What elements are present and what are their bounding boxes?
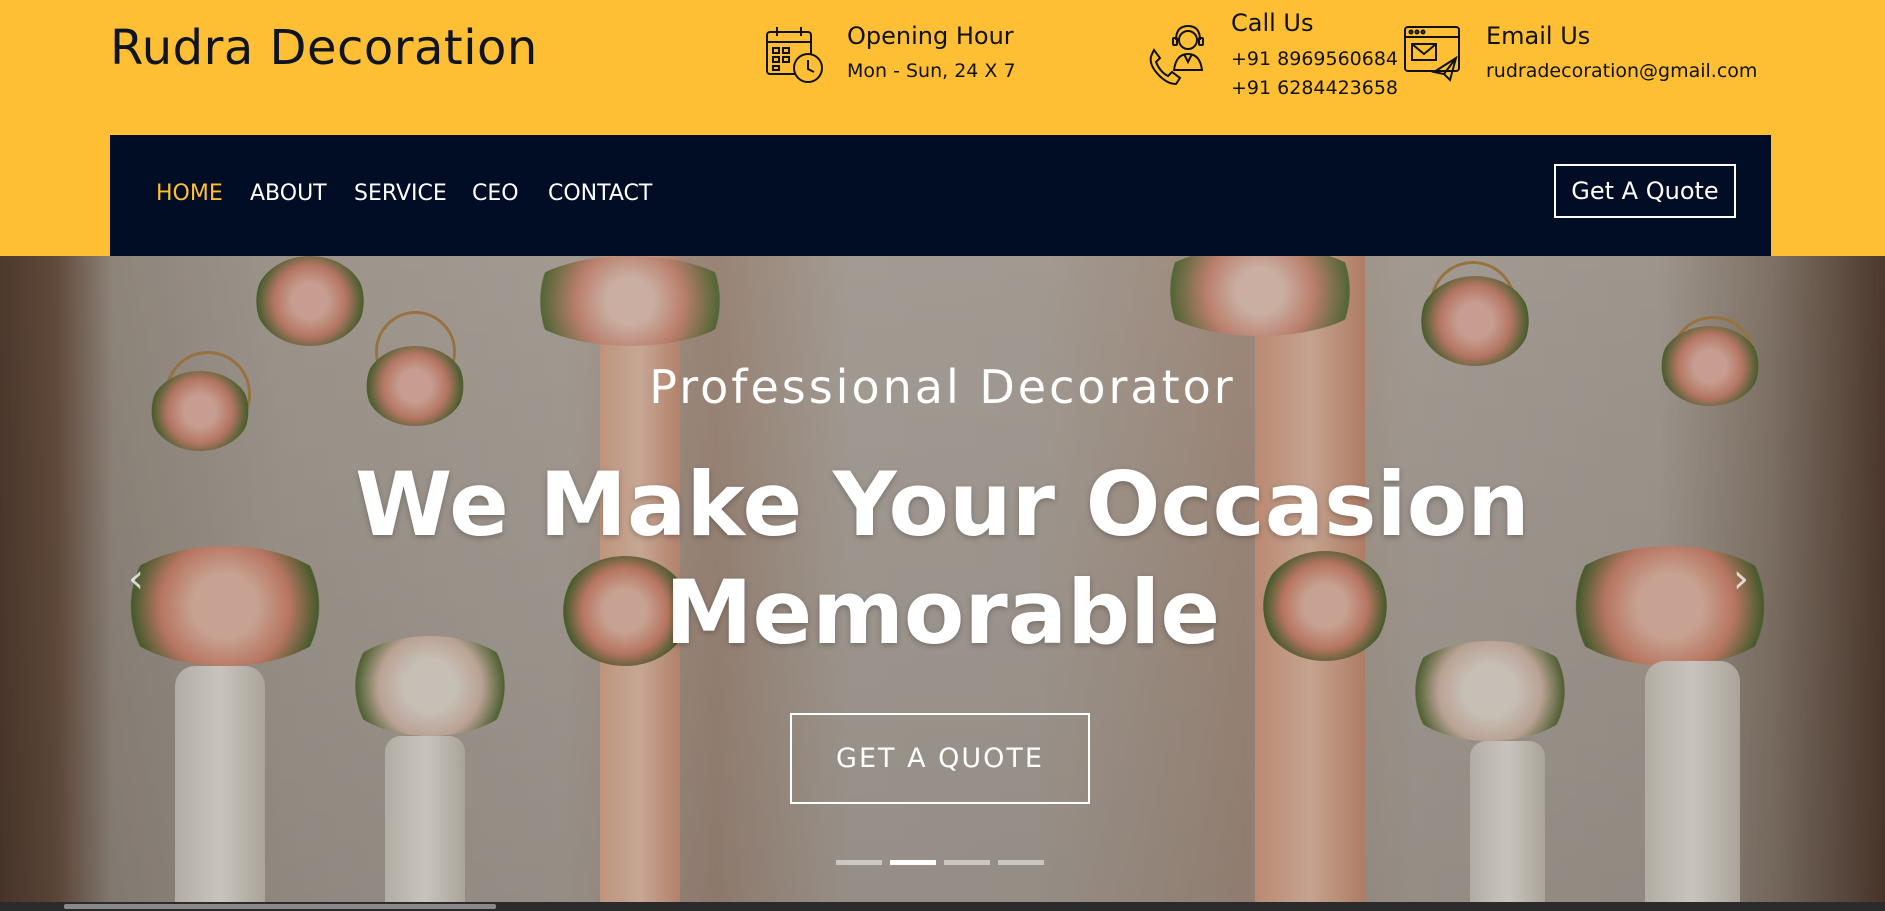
main-navbar: HOME ABOUT SERVICE CEO CONTACT Get A Quo… <box>110 135 1771 256</box>
hero-headline: We Make Your Occasion Memorable <box>0 451 1885 667</box>
chevron-left-icon[interactable]: ‹ <box>128 556 144 602</box>
nav-about[interactable]: ABOUT <box>250 181 327 206</box>
email-address[interactable]: rudradecoration@gmail.com <box>1486 57 1757 86</box>
chevron-right-icon[interactable]: › <box>1733 556 1749 602</box>
phone-support-icon <box>1146 24 1212 88</box>
opening-hour-title: Opening Hour <box>847 22 1014 50</box>
scrollbar-thumb[interactable] <box>64 904 496 909</box>
nav-service[interactable]: SERVICE <box>354 181 447 206</box>
nav-home[interactable]: HOME <box>156 181 223 206</box>
phone-number-2[interactable]: +91 6284423658 <box>1231 74 1398 103</box>
email-browser-icon <box>1402 24 1462 84</box>
phone-number-1[interactable]: +91 8969560684 <box>1231 45 1398 74</box>
hero-carousel: Professional Decorator We Make Your Occa… <box>0 256 1885 902</box>
carousel-dot-2[interactable] <box>890 860 936 865</box>
horizontal-scrollbar[interactable] <box>0 902 1885 911</box>
email-us-title: Email Us <box>1486 22 1591 50</box>
hero-subtitle: Professional Decorator <box>649 360 1236 414</box>
carousel-dot-3[interactable] <box>944 860 990 865</box>
opening-hour-text: Mon - Sun, 24 X 7 <box>847 60 1016 82</box>
calendar-clock-icon <box>764 24 826 84</box>
call-us-title: Call Us <box>1231 9 1314 37</box>
nav-ceo[interactable]: CEO <box>472 181 519 206</box>
hero-headline-line-1: We Make Your Occasion <box>355 453 1530 556</box>
nav-contact[interactable]: CONTACT <box>548 181 652 206</box>
hero-get-a-quote-button[interactable]: GET A QUOTE <box>790 713 1090 804</box>
brand-logo-text[interactable]: Rudra Decoration <box>110 20 538 76</box>
hero-headline-line-2: Memorable <box>664 561 1221 664</box>
top-header: Rudra Decoration Opening Hour Mon - Sun,… <box>0 0 1885 256</box>
carousel-dot-4[interactable] <box>998 860 1044 865</box>
carousel-dot-1[interactable] <box>836 860 882 865</box>
get-a-quote-button[interactable]: Get A Quote <box>1554 164 1736 218</box>
